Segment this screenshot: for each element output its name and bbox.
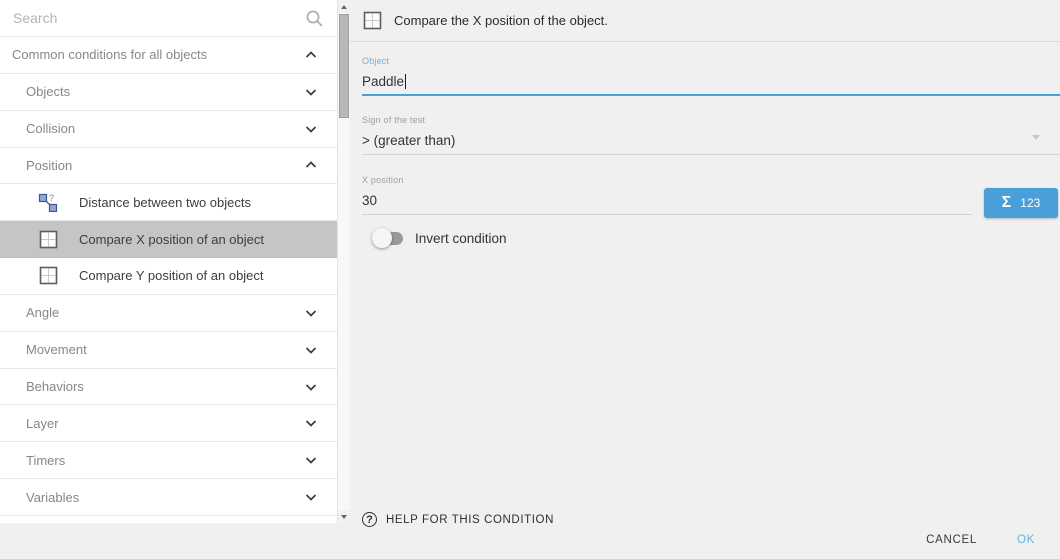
chevron-down-icon xyxy=(304,345,318,355)
x-position-underline xyxy=(362,214,972,215)
sign-field-label: Sign of the test xyxy=(362,115,1060,125)
sidebar-group-behaviors[interactable]: Behaviors xyxy=(0,369,337,406)
group-label: Variables xyxy=(26,490,79,505)
conditions-sidebar: Common conditions for all objects Object… xyxy=(0,0,350,523)
chevron-down-icon xyxy=(304,308,318,318)
group-label: Movement xyxy=(26,342,87,357)
condition-label: Compare Y position of an object xyxy=(79,268,264,283)
search-bar[interactable] xyxy=(0,0,337,37)
x-position-value[interactable]: 30 xyxy=(362,192,972,208)
chevron-down-icon xyxy=(304,87,318,97)
sidebar-scrollbar[interactable] xyxy=(337,0,350,523)
condition-item-compare-x-position[interactable]: Compare X position of an object xyxy=(0,221,337,258)
sidebar-group-collision[interactable]: Collision xyxy=(0,111,337,148)
invert-condition-row: Invert condition xyxy=(362,228,1060,248)
chevron-down-icon xyxy=(304,455,318,465)
condition-label: Distance between two objects xyxy=(79,195,251,210)
toggle-knob[interactable] xyxy=(372,228,392,248)
search-input[interactable] xyxy=(13,10,305,26)
sign-field-value[interactable]: > (greater than) xyxy=(362,132,1060,148)
sidebar-group-timers[interactable]: Timers xyxy=(0,442,337,479)
sign-field-underline xyxy=(362,154,1060,155)
sidebar-group-angle[interactable]: Angle xyxy=(0,295,337,332)
compare-position-icon xyxy=(363,11,382,30)
scrollbar-up-arrow-icon[interactable] xyxy=(338,0,350,13)
invert-condition-label: Invert condition xyxy=(415,231,507,246)
sidebar-group-variables[interactable]: Variables xyxy=(0,479,337,516)
object-field-value[interactable]: Paddle xyxy=(362,74,404,89)
sidebar-group-layer[interactable]: Layer xyxy=(0,405,337,442)
condition-label: Compare X position of an object xyxy=(79,232,264,247)
text-caret xyxy=(405,74,406,89)
group-label: Layer xyxy=(26,416,59,431)
sigma-icon: Σ xyxy=(1002,194,1012,212)
object-field[interactable]: Object Paddle xyxy=(362,42,1060,96)
sidebar-group-movement[interactable]: Movement xyxy=(0,332,337,369)
help-icon: ? xyxy=(362,512,377,527)
group-label: Objects xyxy=(26,84,70,99)
ok-button[interactable]: OK xyxy=(1015,528,1037,552)
object-field-label: Object xyxy=(362,56,1060,66)
chevron-down-icon xyxy=(304,382,318,392)
group-label: Behaviors xyxy=(26,379,84,394)
scrollbar-thumb[interactable] xyxy=(339,14,349,118)
compare-position-icon xyxy=(38,266,58,286)
sign-of-test-select[interactable]: Sign of the test > (greater than) xyxy=(362,96,1060,155)
category-label: Common conditions for all objects xyxy=(12,47,207,62)
compare-position-icon xyxy=(38,229,58,249)
chevron-down-icon xyxy=(304,492,318,502)
search-icon xyxy=(305,9,324,28)
group-label: Timers xyxy=(26,453,65,468)
chevron-down-icon xyxy=(304,124,318,134)
condition-editor-panel: Compare the X position of the object. Ob… xyxy=(350,0,1060,559)
group-label: Angle xyxy=(26,305,59,320)
invert-condition-toggle[interactable] xyxy=(372,228,406,248)
sidebar-group-objects[interactable]: Objects xyxy=(0,74,337,111)
condition-header: Compare the X position of the object. xyxy=(350,0,1060,42)
x-position-label: X position xyxy=(362,175,972,185)
help-button-label: HELP FOR THIS CONDITION xyxy=(386,514,554,526)
help-for-condition-button[interactable]: ? HELP FOR THIS CONDITION xyxy=(362,512,554,527)
chevron-down-icon xyxy=(304,418,318,428)
cancel-button[interactable]: CANCEL xyxy=(924,528,979,552)
group-label: Collision xyxy=(26,121,75,136)
dialog-actions: CANCEL OK xyxy=(924,528,1037,552)
expression-button-label: 123 xyxy=(1020,196,1040,210)
dropdown-arrow-icon[interactable] xyxy=(1032,135,1040,140)
conditions-list: Common conditions for all objects Object… xyxy=(0,0,337,523)
condition-title: Compare the X position of the object. xyxy=(394,13,608,28)
group-label: Position xyxy=(26,158,72,173)
chevron-up-icon xyxy=(304,160,318,170)
chevron-up-icon xyxy=(304,50,318,60)
condition-item-compare-y-position[interactable]: Compare Y position of an object xyxy=(0,258,337,295)
scrollbar-down-arrow-icon[interactable] xyxy=(338,510,350,523)
distance-between-objects-icon: ? xyxy=(38,192,58,212)
condition-item-distance-between-two-objects[interactable]: ? Distance between two objects xyxy=(0,184,337,221)
sidebar-category-common-conditions[interactable]: Common conditions for all objects xyxy=(0,37,337,74)
expression-builder-button[interactable]: Σ 123 xyxy=(984,188,1058,218)
sidebar-group-position[interactable]: Position xyxy=(0,148,337,185)
svg-text:?: ? xyxy=(49,193,54,203)
x-position-field: X position 30 Σ 123 xyxy=(362,155,1060,215)
